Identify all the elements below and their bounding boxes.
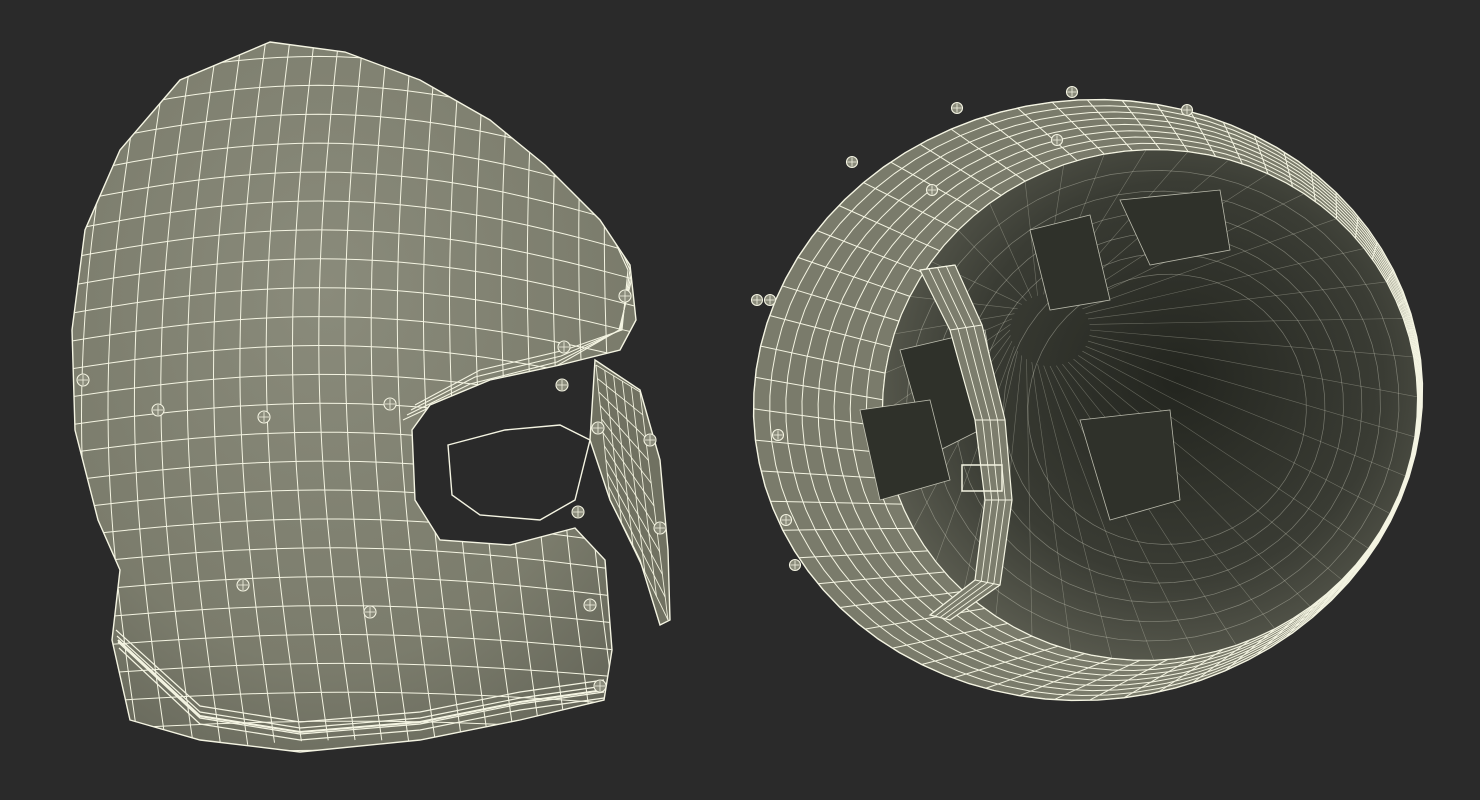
render-canvas — [71, 41, 1424, 753]
helmet-exterior-view — [71, 41, 671, 753]
helmet-interior-view — [750, 85, 1424, 702]
helmet-shell — [71, 41, 637, 753]
wireframe-render-scene — [0, 0, 1480, 800]
eye-opening — [447, 424, 591, 521]
